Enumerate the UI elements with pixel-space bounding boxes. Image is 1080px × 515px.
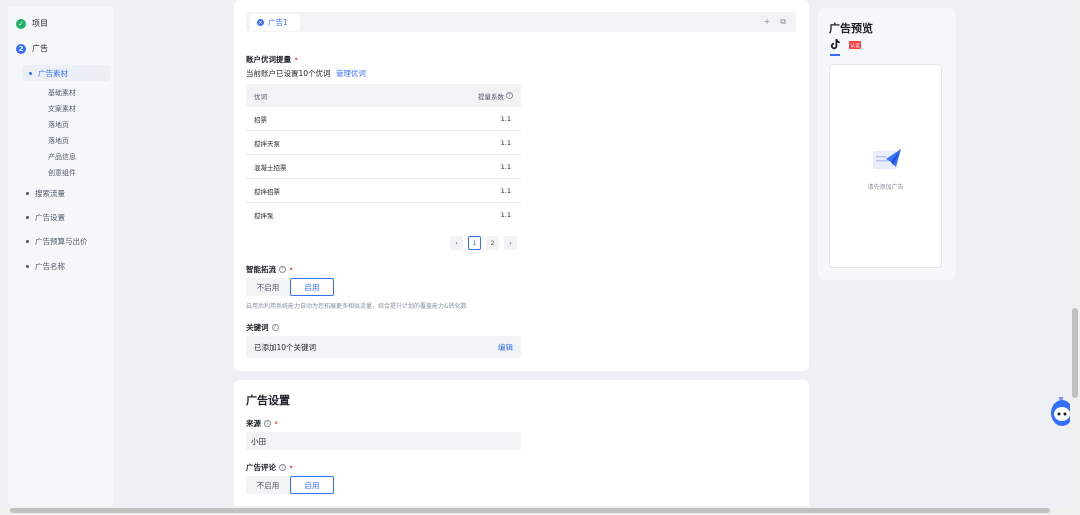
platform-badge[interactable]: 认证 [849, 41, 861, 49]
manage-priority-words-link[interactable]: 管理优词 [336, 69, 366, 78]
table-row: 招票 1.1 [246, 107, 521, 131]
vertical-scrollbar[interactable] [1070, 0, 1080, 515]
tab-underline [830, 54, 840, 56]
copy-tab-icon[interactable]: ⧉ [780, 17, 786, 27]
bullet-icon [26, 192, 29, 195]
scroll-thumb[interactable] [1072, 308, 1078, 398]
priority-words-desc: 当前账户已设置10个优词 管理优词 [246, 69, 366, 78]
step-label: 项目 [32, 19, 48, 28]
keywords-summary: 已添加10个关键词 [254, 342, 317, 352]
disable-option[interactable]: 不启用 [246, 476, 290, 494]
sidebar-item-search-traffic[interactable]: 搜索流量 [26, 188, 65, 199]
sidebar-item-budget[interactable]: 广告预算与出价 [26, 236, 88, 247]
table-row: 搅拌天泵 1.1 [246, 131, 521, 155]
tab-ad-1[interactable]: × 广告1 [250, 14, 300, 31]
priority-words-table: 优词 提量系数 ? 招票 1.1 搅拌天泵 1.1 混凝土招票 1.1 搅拌招票 1.1… [246, 84, 521, 227]
sidebar-subitem[interactable]: 产品信息 [48, 152, 76, 162]
preview-empty-text: 请先添加广告 [867, 184, 904, 191]
help-icon[interactable]: ? [279, 464, 286, 471]
smart-expand-toggle: 不启用 启用 [246, 278, 334, 296]
ad-settings-title: 广告设置 [246, 394, 290, 407]
page-button[interactable]: 2 [486, 236, 499, 250]
smart-expand-label: 智能拓流 ? • [246, 265, 294, 274]
help-icon[interactable]: ? [279, 266, 286, 273]
sidebar-item-ad-material[interactable]: 广告素材 [22, 65, 110, 81]
sidebar-item-ad-settings[interactable]: 广告设置 [26, 212, 65, 223]
bullet-icon [29, 71, 32, 75]
preview-title: 广告预览 [829, 22, 873, 35]
sidebar [8, 6, 114, 506]
table-row: 搅拌招票 1.1 [246, 179, 521, 203]
add-tab-icon[interactable]: + [764, 17, 771, 27]
priority-words-label: 账户优词提量 • [246, 55, 299, 64]
bullet-icon [26, 240, 29, 243]
ad-comment-label: 广告评论 ? • [246, 463, 294, 472]
enable-option[interactable]: 启用 [290, 476, 334, 494]
next-page-button[interactable]: › [504, 236, 517, 250]
step-ad[interactable]: 2 广告 [16, 43, 48, 54]
horizontal-scrollbar[interactable] [0, 506, 1070, 515]
table-header: 优词 提量系数 ? [246, 84, 521, 107]
sidebar-subitem[interactable]: 文案素材 [48, 104, 76, 114]
step-number-badge: 2 [16, 43, 26, 54]
help-icon[interactable]: ? [264, 420, 271, 427]
edit-keywords-link[interactable]: 编辑 [498, 342, 513, 353]
keywords-label: 关键词 ? [246, 322, 279, 333]
tiktok-icon[interactable] [830, 39, 840, 50]
step-project[interactable]: ✓ 项目 [16, 18, 48, 29]
prev-page-button[interactable]: ‹ [450, 236, 463, 250]
sidebar-item-ad-name[interactable]: 广告名称 [26, 261, 65, 272]
sidebar-subitem[interactable]: 基础素材 [48, 88, 76, 98]
sidebar-subitem[interactable]: 落地页 [48, 136, 69, 146]
disable-option[interactable]: 不启用 [246, 278, 290, 296]
close-icon[interactable]: × [257, 19, 264, 26]
paper-plane-icon [873, 149, 901, 169]
page-button[interactable]: 1 [468, 236, 481, 250]
source-label: 来源 ? • [246, 419, 279, 428]
assistant-robot-icon[interactable] [1048, 397, 1070, 431]
source-input[interactable]: 小田 [246, 432, 521, 450]
ad-tab-bar: × 广告1 + ⧉ [246, 12, 796, 32]
sidebar-subitem[interactable]: 落地页 [48, 120, 69, 130]
bullet-icon [26, 216, 29, 219]
table-row: 混凝土招票 1.1 [246, 155, 521, 179]
help-icon[interactable]: ? [271, 324, 279, 331]
pagination: ‹ 1 2 › [450, 236, 517, 250]
check-icon: ✓ [16, 18, 26, 29]
help-icon[interactable]: ? [506, 92, 513, 99]
scroll-thumb[interactable] [10, 508, 1050, 513]
enable-option[interactable]: 启用 [290, 278, 334, 296]
keywords-box: 已添加10个关键词 编辑 [246, 336, 521, 358]
ad-comment-toggle: 不启用 启用 [246, 476, 334, 494]
table-row: 搅拌泵 1.1 [254, 211, 511, 220]
sidebar-subitem[interactable]: 创意组件 [48, 168, 76, 178]
smart-expand-hint: 启用后利用系统能力自动为您拓展更多相似流量，综合提升计划的覆盖能力&转化数 [246, 303, 467, 310]
bullet-icon [26, 265, 29, 268]
step-label: 广告 [32, 44, 48, 53]
